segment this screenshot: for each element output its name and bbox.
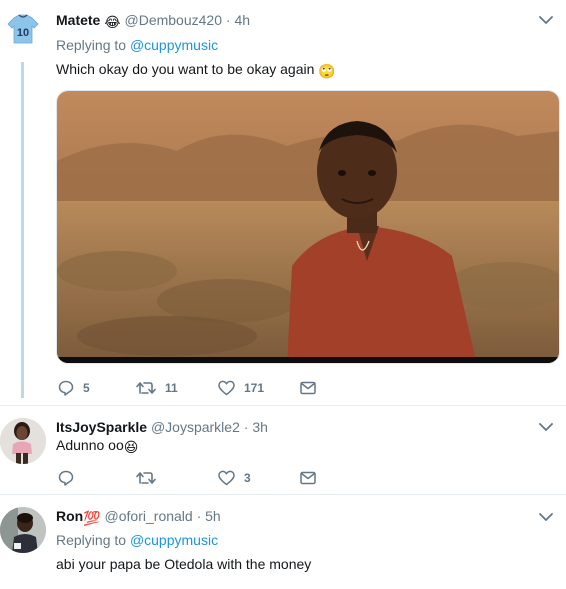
name-emoji: 😂 bbox=[104, 14, 121, 30]
tweet-ron[interactable]: Ron💯 @ofori_ronald · 5h Replying to @cup… bbox=[0, 495, 566, 589]
tweet-header: ItsJoySparkle @Joysparkle2 · 3h bbox=[56, 418, 268, 436]
media-photo bbox=[57, 91, 559, 363]
reply-icon[interactable] bbox=[58, 470, 74, 486]
jersey-image: 10 bbox=[7, 14, 39, 44]
display-name[interactable]: Ron bbox=[56, 508, 83, 524]
tweet-text-content: Adunno oo bbox=[56, 437, 124, 453]
tweet-actions: 5 11 171 bbox=[56, 378, 336, 398]
avatar[interactable] bbox=[0, 418, 46, 464]
avatar-photo bbox=[0, 418, 46, 464]
envelope-icon[interactable] bbox=[300, 381, 316, 395]
timestamp[interactable]: · 5h bbox=[197, 508, 221, 524]
tweet-itsjoysparkle[interactable]: ItsJoySparkle @Joysparkle2 · 3h Adunno o… bbox=[0, 406, 566, 494]
tweet-header: Matete 😂 @Dembouz420 · 4h bbox=[56, 11, 250, 31]
heart-icon[interactable] bbox=[218, 470, 235, 486]
jersey-number: 10 bbox=[17, 27, 29, 39]
retweet-count: 11 bbox=[165, 381, 178, 395]
name-emoji: 💯 bbox=[83, 510, 101, 526]
tweet-actions: 3 bbox=[56, 468, 336, 488]
retweet-action[interactable] bbox=[136, 468, 165, 488]
user-handle[interactable]: @ofori_ronald bbox=[105, 508, 193, 524]
reply-action[interactable]: 5 bbox=[58, 378, 90, 398]
thread-line bbox=[21, 62, 24, 398]
replying-to: Replying to @cuppymusic bbox=[56, 36, 218, 54]
like-action[interactable]: 171 bbox=[218, 378, 264, 398]
avatar[interactable]: 10 bbox=[5, 10, 41, 46]
display-name[interactable]: Matete bbox=[56, 12, 100, 28]
avatar[interactable] bbox=[0, 507, 46, 553]
tweet-media-image[interactable] bbox=[56, 90, 560, 364]
tweet-text-content: abi your papa be Otedola with the money bbox=[56, 556, 312, 572]
text-emoji: 😆 bbox=[123, 439, 139, 455]
tweet-header: Ron💯 @ofori_ronald · 5h bbox=[56, 507, 221, 527]
replying-prefix: Replying to bbox=[56, 37, 127, 53]
tweet-text: Adunno oo😆 bbox=[56, 436, 138, 456]
chevron-down-icon[interactable] bbox=[539, 512, 553, 522]
timestamp[interactable]: · 4h bbox=[226, 12, 250, 28]
display-name[interactable]: ItsJoySparkle bbox=[56, 419, 147, 435]
dm-action[interactable] bbox=[300, 468, 316, 488]
user-handle[interactable]: @Joysparkle2 bbox=[151, 419, 240, 435]
like-action[interactable]: 3 bbox=[218, 468, 251, 488]
avatar-photo bbox=[0, 507, 46, 553]
retweet-icon[interactable] bbox=[136, 380, 156, 396]
chevron-down-icon[interactable] bbox=[539, 422, 553, 432]
replying-prefix: Replying to bbox=[56, 532, 127, 548]
envelope-icon[interactable] bbox=[300, 471, 316, 485]
mention-link[interactable]: @cuppymusic bbox=[130, 37, 218, 53]
replying-to: Replying to @cuppymusic bbox=[56, 531, 218, 549]
tweet-text: abi your papa be Otedola with the money bbox=[56, 555, 311, 573]
reply-icon[interactable] bbox=[58, 380, 74, 396]
chevron-down-icon[interactable] bbox=[539, 15, 553, 25]
dm-action[interactable] bbox=[300, 378, 316, 398]
tweet-matete[interactable]: 10 Matete 😂 @Dembouz420 · 4h Replying to… bbox=[0, 0, 566, 405]
like-count: 171 bbox=[244, 381, 265, 395]
retweet-icon[interactable] bbox=[136, 470, 156, 486]
reply-count: 5 bbox=[83, 381, 90, 395]
user-handle[interactable]: @Dembouz420 bbox=[125, 12, 223, 28]
reply-action[interactable] bbox=[58, 468, 83, 488]
tweet-text: Which okay do you want to be okay again … bbox=[56, 60, 336, 80]
tweet-text-content: Which okay do you want to be okay again bbox=[56, 61, 315, 77]
like-count: 3 bbox=[244, 471, 251, 485]
timestamp[interactable]: · 3h bbox=[244, 419, 268, 435]
heart-icon[interactable] bbox=[218, 380, 235, 396]
retweet-action[interactable]: 11 bbox=[136, 378, 178, 398]
mention-link[interactable]: @cuppymusic bbox=[130, 532, 218, 548]
text-emoji: 🙄 bbox=[318, 63, 336, 79]
